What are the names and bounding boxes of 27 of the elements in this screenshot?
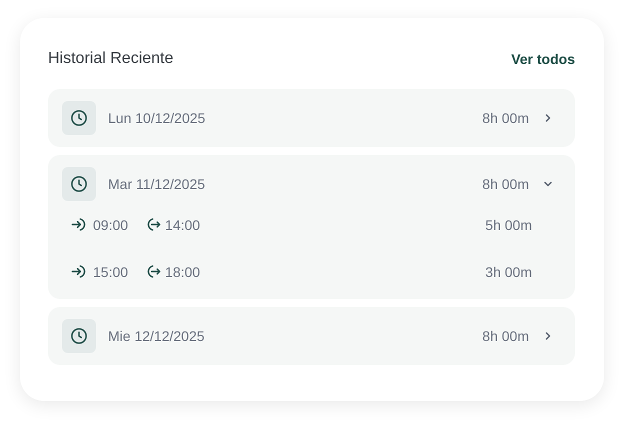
clock-icon	[62, 167, 96, 201]
view-all-link[interactable]: Ver todos	[511, 51, 575, 67]
total-hours: 8h 00m	[482, 176, 529, 192]
day-entry[interactable]: Mie 12/12/2025 8h 00m	[48, 307, 575, 365]
total-hours: 8h 00m	[482, 110, 529, 126]
total-hours: 8h 00m	[482, 328, 529, 344]
check-in-time: 15:00	[93, 264, 128, 280]
sign-out-icon	[146, 264, 162, 279]
date-label: Mie 12/12/2025	[108, 328, 206, 344]
session-duration: 5h 00m	[485, 216, 532, 232]
sign-in-icon	[71, 217, 86, 232]
session-duration: 3h 00m	[485, 264, 532, 280]
section-title: Historial Reciente	[48, 50, 174, 68]
chevron-right-icon	[543, 331, 553, 341]
sign-in-icon	[71, 264, 86, 279]
check-in-time: 09:00	[93, 216, 128, 232]
check-out-time: 14:00	[165, 216, 200, 232]
date-label: Mar 11/12/2025	[108, 176, 206, 192]
chevron-down-icon	[543, 179, 553, 189]
clock-icon	[62, 101, 96, 135]
sign-out-icon	[146, 217, 162, 232]
clock-icon	[62, 319, 96, 353]
day-entry[interactable]: Lun 10/12/2025 8h 00m	[48, 89, 575, 147]
chevron-right-icon	[543, 113, 553, 123]
check-out-time: 18:00	[165, 264, 200, 280]
day-entry[interactable]: Mar 11/12/2025 8h 00m 09:00 14:00 5h 00m 15:00 18:00 3h 00m	[48, 155, 575, 299]
date-label: Lun 10/12/2025	[108, 110, 206, 126]
